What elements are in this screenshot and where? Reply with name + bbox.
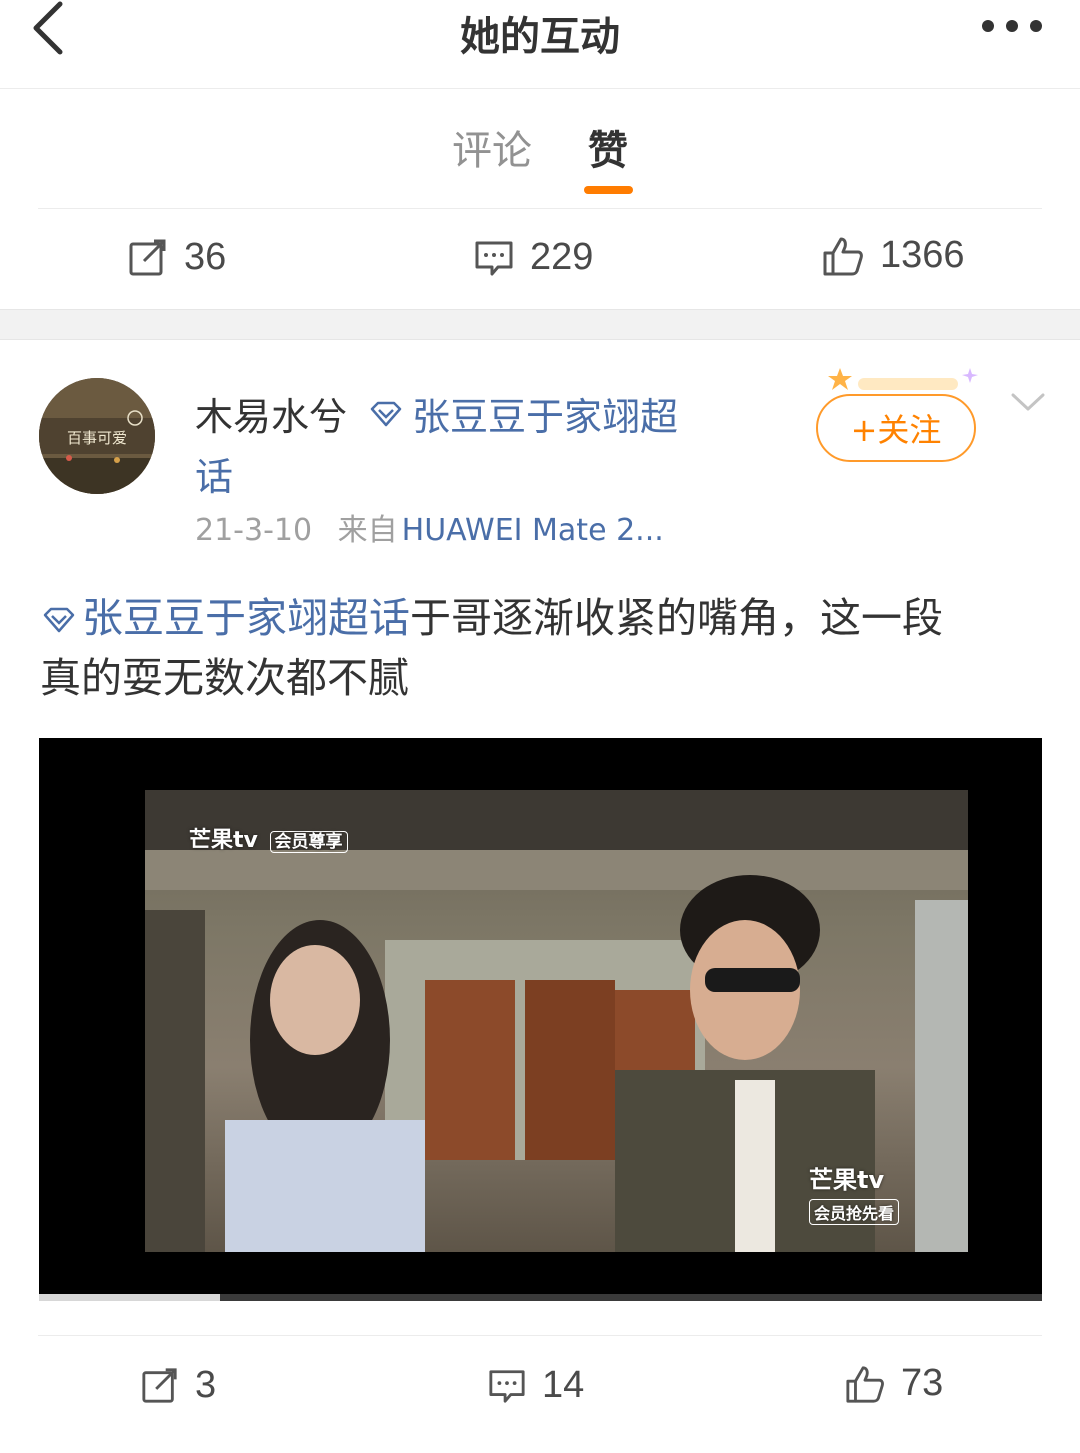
like-count: 1366 xyxy=(880,234,965,276)
chevron-down-icon[interactable] xyxy=(1010,390,1046,418)
divider xyxy=(38,208,1042,209)
video-player[interactable]: 芒果tv 会员尊享 芒果tv 会员抢先看 xyxy=(39,738,1042,1294)
post-repost-count: 3 xyxy=(195,1364,217,1406)
section-separator xyxy=(0,309,1080,340)
diamond-icon xyxy=(43,607,75,633)
post-comment-button[interactable]: 14 xyxy=(488,1364,584,1407)
inline-supertopic-link[interactable]: 张豆豆于家翊超话 xyxy=(40,594,410,642)
post-text-line1: 于哥逐渐收紧的嘴角，这一段 xyxy=(410,594,943,642)
post-meta: 21-3-10 来自 HUAWEI Mate 2... xyxy=(195,505,664,549)
repost-button[interactable]: 36 xyxy=(128,236,226,279)
avatar[interactable]: 百事可爱 xyxy=(39,378,155,494)
post-text: 张豆豆于家翊超话于哥逐渐收紧的嘴角，这一段 真的耍无数次都不腻 xyxy=(40,588,1040,708)
supertopic-link[interactable]: 张豆豆于家翊超 xyxy=(368,386,678,441)
video-watermark-top: 芒果tv 会员尊享 xyxy=(189,822,348,854)
divider xyxy=(38,1335,1042,1336)
comment-icon xyxy=(475,241,513,275)
video-progress-fill xyxy=(39,1294,220,1301)
repost-icon xyxy=(129,239,166,275)
active-tab-indicator xyxy=(584,186,633,194)
supertopic-label-cont[interactable]: 话 xyxy=(195,446,233,501)
post-source: HUAWEI Mate 2... xyxy=(401,513,664,548)
post-text-line2: 真的耍无数次都不腻 xyxy=(40,654,409,702)
watermark-logo: 芒果tv xyxy=(189,828,258,853)
diamond-icon xyxy=(370,401,402,426)
thumbs-up-icon xyxy=(823,237,863,275)
watermark-badge-bottom: 会员抢先看 xyxy=(809,1199,900,1225)
source-prefix: 来自 xyxy=(337,513,398,548)
repost-icon xyxy=(142,1367,177,1403)
tab-likes[interactable]: 赞 xyxy=(588,118,628,176)
supertopic-label: 张豆豆于家翊超 xyxy=(412,395,679,439)
repost-count: 36 xyxy=(184,236,227,278)
comment-icon xyxy=(489,1369,525,1403)
more-options-icon[interactable] xyxy=(982,18,1042,34)
thumbs-up-icon xyxy=(846,1365,884,1403)
comment-count: 229 xyxy=(530,236,594,278)
post-like-button[interactable]: 73 xyxy=(845,1362,943,1405)
avatar-text: 百事可爱 xyxy=(67,429,127,447)
inline-supertopic-label: 张豆豆于家翊超话 xyxy=(82,594,410,642)
username[interactable]: 木易水兮 xyxy=(195,386,347,441)
video-frame: 芒果tv 会员尊享 芒果tv 会员抢先看 xyxy=(145,790,968,1252)
post-comment-count: 14 xyxy=(542,1364,585,1406)
tab-comments[interactable]: 评论 xyxy=(452,118,532,176)
page-title: 她的互动 xyxy=(460,14,620,60)
like-button[interactable]: 1366 xyxy=(822,234,965,277)
post-date: 21-3-10 xyxy=(195,513,313,548)
post-like-count: 73 xyxy=(901,1362,944,1404)
post-repost-button[interactable]: 3 xyxy=(141,1364,216,1407)
follow-button[interactable]: +关注 xyxy=(816,394,976,462)
video-watermark-bottom: 芒果tv 会员抢先看 xyxy=(809,1160,900,1225)
watermark-badge: 会员尊享 xyxy=(269,831,348,853)
watermark-logo-bottom: 芒果tv xyxy=(809,1166,885,1194)
comment-button[interactable]: 229 xyxy=(474,236,593,279)
